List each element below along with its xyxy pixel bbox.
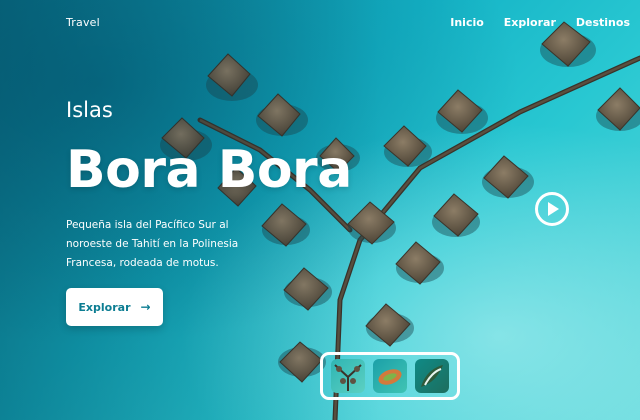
bungalows-thumbnail-graphic (334, 364, 362, 391)
hero-title: Bora Bora (66, 140, 352, 200)
hero-description: Pequeña isla del Pacífico Sur al noroest… (66, 219, 239, 269)
thumbnail-coral-reef[interactable] (373, 359, 407, 393)
arrow-right-icon: → (140, 300, 151, 314)
nav-link-explorar[interactable]: Explorar (504, 16, 556, 29)
explore-button-label: Explorar (78, 300, 131, 314)
reef-thumbnail-graphic (378, 369, 402, 385)
nav-link-inicio[interactable]: Inicio (450, 16, 484, 29)
explore-button[interactable]: Explorar → (66, 288, 163, 326)
hero-section: Travel Inicio Explorar Destinos Islas Bo… (0, 0, 640, 420)
brand-logo[interactable]: Travel (66, 16, 100, 29)
play-triangle (548, 202, 559, 216)
thumbnail-overwater-bungalows[interactable] (331, 359, 365, 393)
play-circle-icon[interactable] (535, 192, 569, 226)
lagoon-thumbnail-graphic (421, 365, 443, 387)
hero-eyebrow: Islas (66, 98, 113, 122)
main-nav: Inicio Explorar Destinos (450, 16, 630, 29)
thumbnail-gallery (320, 352, 460, 400)
nav-link-destinos[interactable]: Destinos (576, 16, 630, 29)
thumbnail-lagoon-island[interactable] (415, 359, 449, 393)
